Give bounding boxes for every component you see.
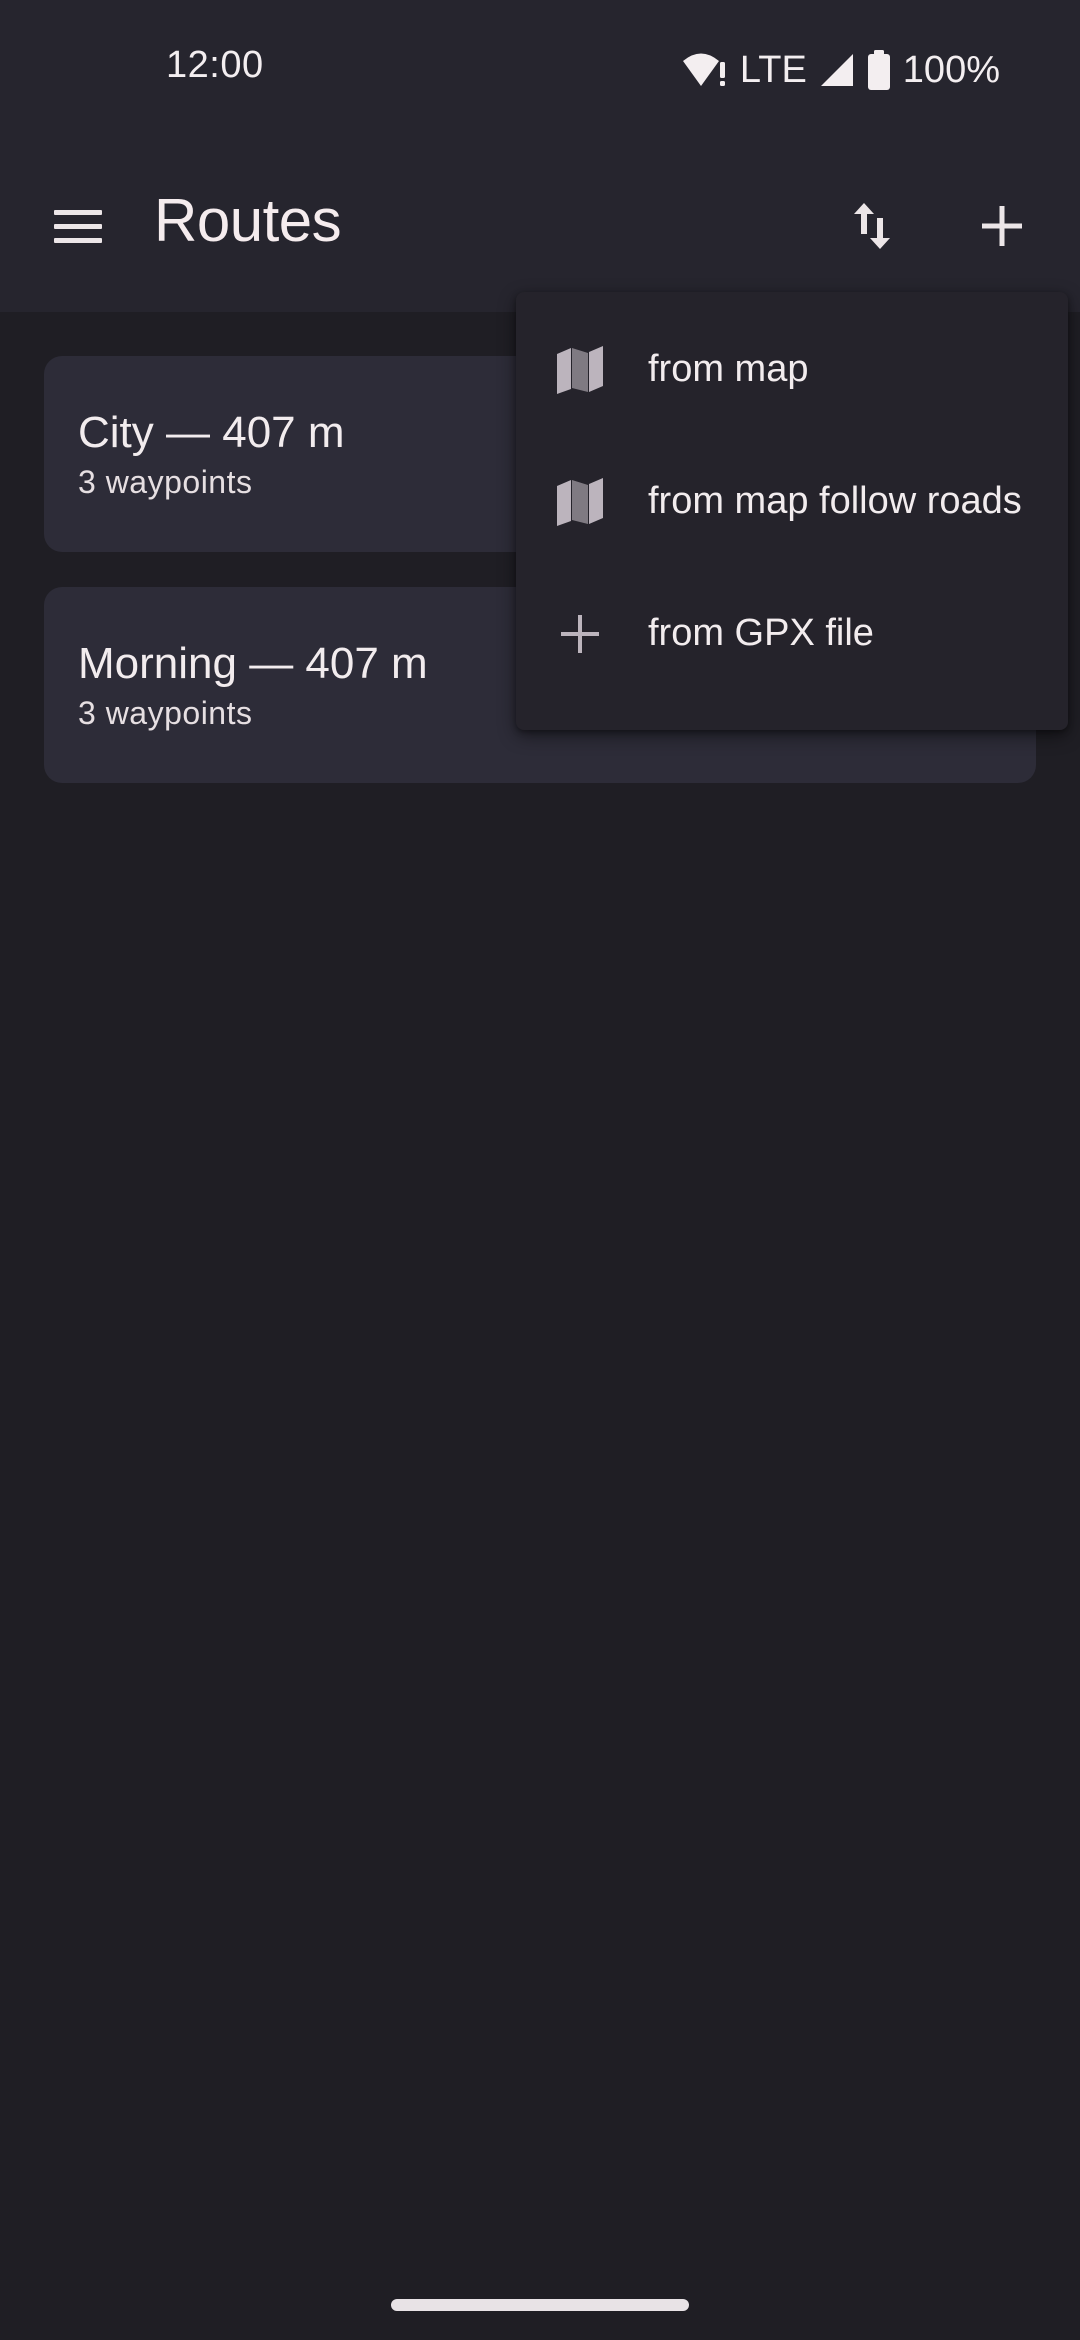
menu-button[interactable] bbox=[40, 190, 116, 266]
wifi-alert-icon bbox=[682, 50, 728, 90]
add-icon bbox=[980, 204, 1024, 253]
menu-item-from-map[interactable]: from map bbox=[516, 304, 1068, 436]
menu-item-label: from GPX file bbox=[648, 612, 874, 654]
app-bar: Routes bbox=[0, 160, 1080, 290]
status-time: 12:00 bbox=[166, 44, 264, 86]
route-title: City — 407 m bbox=[78, 408, 345, 457]
add-route-menu: from map from map follow roads from GPX … bbox=[516, 292, 1068, 730]
status-bar: 12:00 LTE 100% bbox=[0, 0, 1080, 140]
home-indicator[interactable] bbox=[391, 2299, 689, 2311]
menu-item-label: from map follow roads bbox=[648, 480, 1022, 522]
route-waypoints: 3 waypoints bbox=[78, 464, 253, 500]
sort-button[interactable] bbox=[834, 190, 910, 266]
add-icon bbox=[552, 606, 608, 662]
menu-item-from-map-follow-roads[interactable]: from map follow roads bbox=[516, 436, 1068, 568]
map-icon bbox=[552, 342, 608, 398]
battery-icon bbox=[867, 50, 891, 90]
route-waypoints: 3 waypoints bbox=[78, 695, 253, 731]
route-title: Morning — 407 m bbox=[78, 639, 428, 688]
signal-icon bbox=[819, 52, 855, 88]
map-icon bbox=[552, 474, 608, 530]
add-route-button[interactable] bbox=[964, 190, 1040, 266]
menu-item-from-gpx-file[interactable]: from GPX file bbox=[516, 568, 1068, 700]
network-type: LTE bbox=[739, 48, 807, 91]
status-indicators: LTE 100% bbox=[682, 44, 1000, 96]
menu-icon bbox=[52, 206, 104, 251]
sort-icon bbox=[850, 200, 894, 257]
routes-screen: 12:00 LTE 100% Routes City — 407 m 3 way… bbox=[0, 0, 1080, 2340]
battery-percent: 100% bbox=[902, 48, 1000, 91]
menu-item-label: from map bbox=[648, 348, 809, 390]
page-title: Routes bbox=[154, 187, 342, 254]
